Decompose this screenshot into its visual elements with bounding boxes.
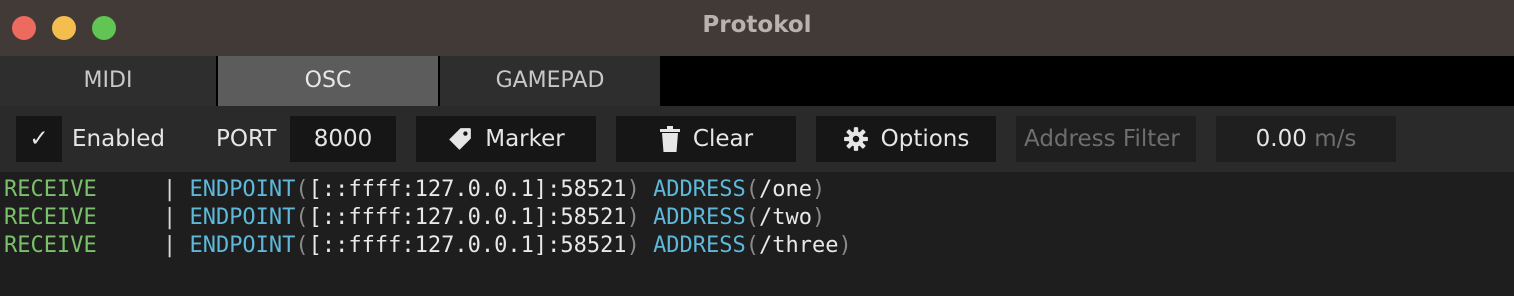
log-separator: |: [162, 177, 177, 202]
message-log[interactable]: RECEIVE | ENDPOINT([::ffff:127.0.0.1]:58…: [0, 172, 1514, 296]
log-address-key: ADDRESS: [653, 205, 746, 230]
log-address: /one: [759, 177, 813, 202]
options-label: Options: [880, 126, 970, 152]
rate-unit: m/s: [1314, 126, 1357, 152]
title-bar: Protokol: [0, 0, 1514, 56]
rate-value: 0.00: [1255, 126, 1307, 152]
log-endpoint: [::ffff:127.0.0.1]:58521: [308, 205, 627, 230]
log-line: RECEIVE | ENDPOINT([::ffff:127.0.0.1]:58…: [4, 233, 852, 258]
clear-button[interactable]: Clear: [616, 116, 796, 162]
log-endpoint-key: ENDPOINT: [189, 233, 296, 258]
tab-gamepad[interactable]: GAMEPAD: [440, 56, 660, 106]
options-button[interactable]: Options: [816, 116, 996, 162]
log-line: RECEIVE | ENDPOINT([::ffff:127.0.0.1]:58…: [4, 205, 826, 230]
rate-display: 0.00 m/s: [1216, 116, 1396, 162]
log-kind: RECEIVE: [4, 205, 97, 230]
address-filter-placeholder: Address Filter: [1024, 126, 1180, 152]
enabled-label: Enabled: [72, 126, 165, 152]
enabled-checkbox[interactable]: ✓: [16, 116, 62, 162]
log-address-key: ADDRESS: [653, 233, 746, 258]
window-title: Protokol: [702, 12, 812, 38]
log-line: RECEIVE | ENDPOINT([::ffff:127.0.0.1]:58…: [4, 177, 826, 202]
log-address: /two: [759, 205, 813, 230]
clear-label: Clear: [692, 126, 754, 152]
tab-osc[interactable]: OSC: [218, 56, 438, 106]
tab-bar: MIDI OSC GAMEPAD: [0, 56, 1514, 106]
check-icon: ✓: [29, 126, 49, 152]
log-separator: |: [162, 205, 177, 230]
log-endpoint-key: ENDPOINT: [189, 177, 296, 202]
log-address: /three: [759, 233, 839, 258]
marker-button[interactable]: Marker: [416, 116, 596, 162]
log-endpoint: [::ffff:127.0.0.1]:58521: [308, 177, 627, 202]
trash-icon: [659, 126, 681, 152]
port-input[interactable]: 8000: [290, 116, 396, 162]
address-filter-input[interactable]: Address Filter: [1016, 116, 1196, 162]
log-kind: RECEIVE: [4, 233, 97, 258]
log-endpoint: [::ffff:127.0.0.1]:58521: [308, 233, 627, 258]
marker-label: Marker: [485, 126, 565, 152]
log-endpoint-key: ENDPOINT: [189, 205, 296, 230]
port-label: PORT: [216, 126, 277, 152]
log-address-key: ADDRESS: [653, 177, 746, 202]
tag-icon: [447, 126, 473, 152]
gear-icon: [843, 126, 869, 152]
tab-midi[interactable]: MIDI: [0, 56, 216, 106]
log-kind: RECEIVE: [4, 177, 97, 202]
toolbar: ✓ Enabled PORT 8000 Marker Clear Options…: [0, 106, 1514, 172]
log-separator: |: [162, 233, 177, 258]
